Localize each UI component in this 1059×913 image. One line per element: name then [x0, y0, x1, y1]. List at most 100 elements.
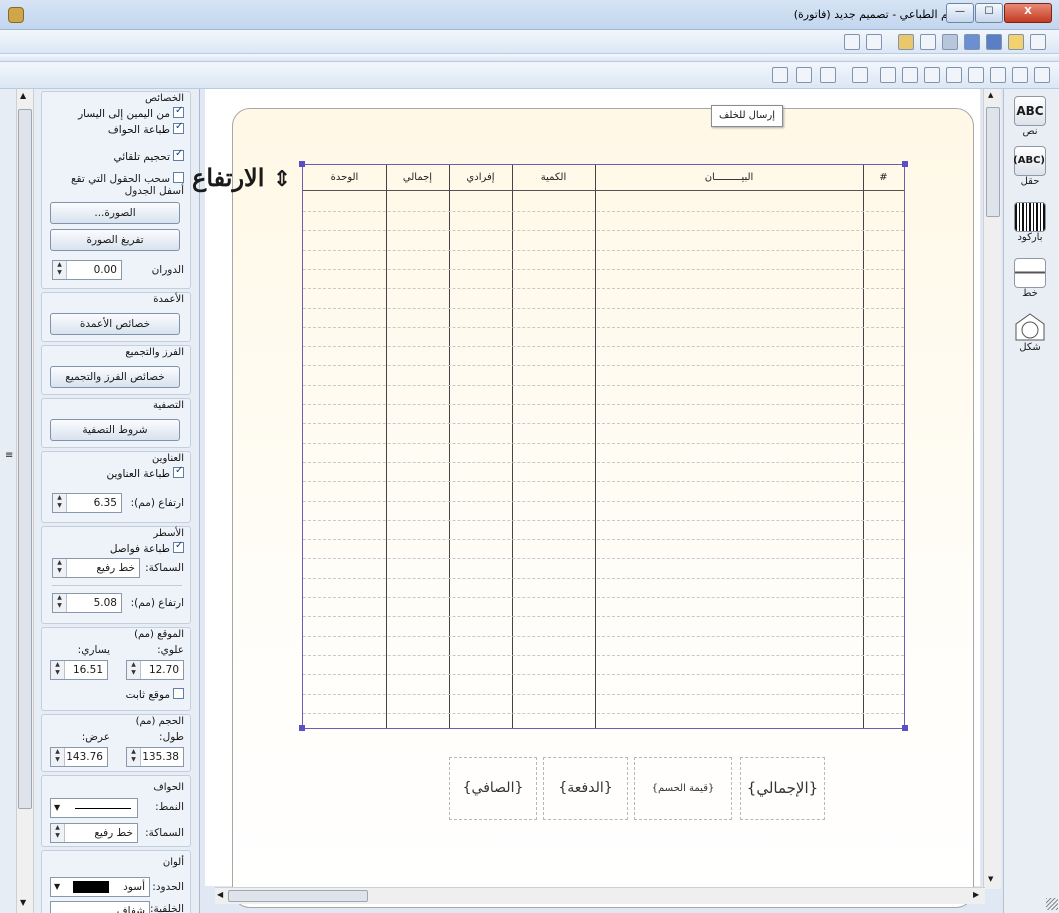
- sort-properties-button[interactable]: خصائص الفرز والتجميع: [50, 366, 180, 388]
- spin-arrows-icon[interactable]: ▲ ▼: [127, 661, 141, 679]
- spin-arrows-icon[interactable]: ▲ ▼: [53, 261, 67, 279]
- print-headers-checkbox[interactable]: طباعة العناوين: [107, 465, 184, 480]
- print-borders-checkbox[interactable]: طباعة الحواف: [107, 121, 184, 136]
- resize-grip-icon[interactable]: [1046, 898, 1058, 910]
- column-header[interactable]: البيـــــــــان: [595, 165, 863, 191]
- footer-field-discount[interactable]: {قيمة الحسم}: [634, 757, 732, 820]
- footer-field-payment[interactable]: {الدفعة}: [543, 757, 628, 820]
- rtl-checkbox[interactable]: من اليمين إلى اليسار: [78, 105, 184, 120]
- minimize-button[interactable]: —: [946, 3, 974, 23]
- tool-shape[interactable]: شكل: [1011, 312, 1049, 353]
- canvas-vscroll[interactable]: ▲ ▼: [983, 89, 1001, 889]
- spin-arrows-icon[interactable]: ▲ ▼: [51, 824, 65, 842]
- save-icon[interactable]: [986, 34, 1002, 50]
- center-page-icon[interactable]: [852, 67, 868, 83]
- style-select[interactable]: ▼: [50, 798, 138, 818]
- grip-icon[interactable]: ≡: [5, 450, 13, 461]
- sidebar-scroll-thumb[interactable]: [18, 109, 32, 809]
- canvas-hscroll-thumb[interactable]: [228, 890, 368, 902]
- column-header[interactable]: #: [863, 165, 904, 191]
- save-as-icon[interactable]: [964, 34, 980, 50]
- footer-field-total[interactable]: {الإجمالي}: [740, 757, 825, 820]
- table-row: [303, 654, 904, 656]
- spin-arrows-icon[interactable]: ▲ ▼: [51, 748, 65, 766]
- group-position: الموقع (مم) علوي: يساري: 12.70 ▲ ▼ 16.51 …: [41, 627, 191, 711]
- columns-properties-button[interactable]: خصائص الأعمدة: [50, 313, 180, 335]
- table-element[interactable]: # البيـــــــــان الكمية إفرادي إجمالي ا…: [302, 164, 905, 729]
- center-horizontal-icon[interactable]: [946, 67, 962, 83]
- scroll-left-icon[interactable]: ◀: [217, 890, 223, 899]
- canvas-hscroll[interactable]: ◀ ▶: [215, 887, 985, 904]
- new-icon[interactable]: [1030, 34, 1046, 50]
- print-separators-checkbox[interactable]: طباعة فواصل: [110, 540, 184, 555]
- tool-label: خط: [1022, 288, 1038, 299]
- open-icon[interactable]: [1008, 34, 1024, 50]
- left-label: يساري:: [77, 644, 110, 656]
- column-header[interactable]: إفرادي: [449, 165, 512, 191]
- resize-handle[interactable]: [299, 161, 305, 167]
- scroll-down-icon[interactable]: ▼: [988, 875, 993, 883]
- chevron-down-icon[interactable]: ▼: [54, 799, 60, 817]
- background-select[interactable]: شفاف: [50, 901, 150, 913]
- resize-handle[interactable]: [902, 725, 908, 731]
- footer-field-net[interactable]: {الصافي}: [449, 757, 537, 820]
- same-height-icon[interactable]: [880, 67, 896, 83]
- spin-arrows-icon[interactable]: ▲ ▼: [51, 661, 65, 679]
- print-icon[interactable]: [866, 34, 882, 50]
- tool-barcode[interactable]: باركود: [1011, 202, 1049, 243]
- send-back-icon[interactable]: [796, 67, 812, 83]
- align-left-icon[interactable]: [990, 67, 1006, 83]
- chevron-down-icon[interactable]: ▼: [54, 878, 60, 896]
- column-header[interactable]: الوحدة: [303, 165, 386, 191]
- spin-arrows-icon[interactable]: ▲ ▼: [53, 559, 67, 577]
- borders-color-select[interactable]: أسود ▼: [50, 877, 150, 897]
- center-vertical-icon[interactable]: [924, 67, 940, 83]
- resize-handle[interactable]: [902, 161, 908, 167]
- checkbox-label: طباعة الحواف: [107, 124, 170, 136]
- pull-fields-checkbox[interactable]: سحب الحقول التي تقع أسفل الجدول: [44, 172, 184, 197]
- spin-arrows-icon[interactable]: ▲ ▼: [53, 494, 67, 512]
- scroll-up-icon[interactable]: ▲: [20, 91, 26, 100]
- cut-icon[interactable]: [942, 34, 958, 50]
- sidebar-scrollbar[interactable]: [16, 89, 34, 913]
- align-right-icon[interactable]: [968, 67, 984, 83]
- preview-icon[interactable]: [844, 34, 860, 50]
- table-row: [303, 268, 904, 270]
- spin-arrows-icon[interactable]: ▲ ▼: [127, 748, 141, 766]
- table-row: [303, 577, 904, 579]
- scroll-right-icon[interactable]: ▶: [973, 890, 979, 899]
- clear-image-button[interactable]: تفريغ الصورة: [50, 229, 180, 251]
- auto-size-checkbox[interactable]: تحجيم تلقائي: [113, 148, 184, 163]
- group-icon[interactable]: [772, 67, 788, 83]
- same-width-icon[interactable]: [902, 67, 918, 83]
- filter-conditions-button[interactable]: شروط التصفية: [50, 419, 180, 441]
- group-title: الأسطر: [153, 528, 184, 539]
- tool-line[interactable]: خط: [1011, 258, 1049, 299]
- align-bottom-icon[interactable]: [1012, 67, 1028, 83]
- group-title: الخصائص: [144, 93, 184, 104]
- group-colors: ألوان الحدود: أسود ▼ الخلفية: شفاف: [41, 850, 191, 913]
- copy-icon[interactable]: [920, 34, 936, 50]
- canvas-vscroll-thumb[interactable]: [986, 107, 1000, 217]
- tool-label: حقل: [1020, 176, 1040, 187]
- app-icon[interactable]: [8, 7, 24, 23]
- group-headers: العناوين طباعة العناوين ارتفاع (مم): 6.3…: [41, 451, 191, 523]
- paste-icon[interactable]: [898, 34, 914, 50]
- close-button[interactable]: X: [1004, 3, 1052, 23]
- resize-handle[interactable]: [299, 725, 305, 731]
- column-header[interactable]: الكمية: [512, 165, 595, 191]
- scroll-down-icon[interactable]: ▼: [20, 898, 26, 907]
- spin-arrows-icon[interactable]: ▲ ▼: [53, 594, 67, 612]
- scroll-up-icon[interactable]: ▲: [988, 91, 993, 99]
- column-header[interactable]: إجمالي: [386, 165, 449, 191]
- maximize-button[interactable]: ☐: [975, 3, 1003, 23]
- bring-front-icon[interactable]: [820, 67, 836, 83]
- tool-field[interactable]: (ABC) حقل: [1011, 146, 1049, 187]
- fixed-position-checkbox[interactable]: موقع ثابت: [126, 688, 184, 701]
- image-button[interactable]: الصورة...: [50, 202, 180, 224]
- tool-text[interactable]: ABC نص: [1011, 96, 1049, 137]
- tool-label: نص: [1022, 126, 1038, 137]
- align-top-icon[interactable]: [1034, 67, 1050, 83]
- send-back-tooltip[interactable]: إرسال للخلف: [711, 105, 783, 127]
- rotation-value: 0.00: [93, 264, 117, 276]
